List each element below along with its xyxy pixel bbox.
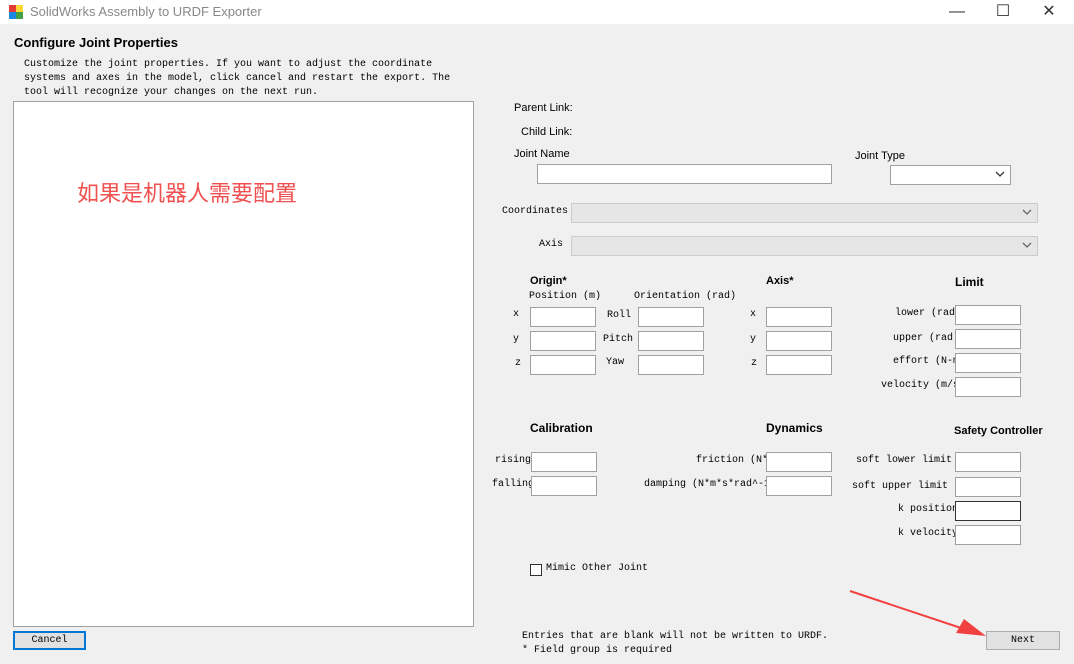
falling-input[interactable] (531, 476, 597, 496)
k-velocity-input[interactable] (955, 525, 1021, 545)
chevron-down-icon (1022, 209, 1032, 215)
axis-z-label: z (751, 358, 758, 369)
damping-input[interactable] (766, 476, 832, 496)
limit-title: Limit (955, 275, 984, 289)
limit-velocity-input[interactable] (955, 377, 1021, 397)
k-position-label: k position (898, 504, 959, 515)
parent-link-label: Parent Link: (514, 102, 573, 114)
origin-z-input[interactable] (530, 355, 596, 375)
axis-x-input[interactable] (766, 307, 832, 327)
axis-y-input[interactable] (766, 331, 832, 351)
limit-velocity-label: velocity (m/s (881, 380, 960, 391)
position-label: Position (m) (529, 291, 602, 302)
falling-label: falling (492, 479, 535, 490)
soft-lower-label: soft lower limit (856, 455, 953, 466)
coordinates-select[interactable] (571, 203, 1038, 223)
minimize-button[interactable]: — (934, 0, 980, 24)
origin-z-label: z (515, 358, 522, 369)
soft-upper-input[interactable] (955, 477, 1021, 497)
friction-label: friction (N* (696, 455, 769, 466)
annotation-text: 如果是机器人需要配置 (77, 181, 298, 206)
axis-label: Axis (539, 239, 564, 250)
limit-upper-label: upper (rad) (893, 333, 960, 344)
maximize-button[interactable]: ☐ (980, 0, 1026, 24)
rising-label: rising (495, 455, 532, 466)
calibration-title: Calibration (530, 421, 593, 435)
joint-type-select[interactable] (890, 165, 1011, 185)
damping-label: damping (N*m*s*rad^-1 (644, 479, 771, 490)
close-button[interactable]: ✕ (1026, 0, 1072, 24)
axis-y-label: y (750, 334, 757, 345)
blank-note: Entries that are blank will not be writt… (522, 631, 829, 642)
limit-upper-input[interactable] (955, 329, 1021, 349)
cancel-button[interactable]: Cancel (13, 631, 86, 650)
limit-effort-input[interactable] (955, 353, 1021, 373)
soft-lower-input[interactable] (955, 452, 1021, 472)
assembly-tree[interactable]: 如果是机器人需要配置 (13, 101, 474, 627)
yaw-label: Yaw (606, 357, 625, 368)
axis-group-title: Axis* (766, 275, 794, 287)
window-title: SolidWorks Assembly to URDF Exporter (30, 4, 262, 19)
mimic-checkbox[interactable] (530, 564, 542, 576)
roll-label: Roll (607, 310, 632, 321)
dynamics-title: Dynamics (766, 421, 823, 435)
joint-name-label: Joint Name (514, 148, 570, 160)
friction-input[interactable] (766, 452, 832, 472)
page-title: Configure Joint Properties (14, 35, 178, 50)
yaw-input[interactable] (638, 355, 704, 375)
required-note: * Field group is required (522, 645, 673, 656)
rising-input[interactable] (531, 452, 597, 472)
next-button[interactable]: Next (986, 631, 1060, 650)
limit-effort-label: effort (N-m (893, 356, 960, 367)
axis-select[interactable] (571, 236, 1038, 256)
chevron-down-icon (995, 171, 1005, 177)
origin-x-label: x (513, 309, 520, 320)
orientation-label: Orientation (rad) (634, 291, 737, 302)
origin-y-label: y (513, 334, 520, 345)
roll-input[interactable] (638, 307, 704, 327)
joint-name-input[interactable] (537, 164, 832, 184)
origin-x-input[interactable] (530, 307, 596, 327)
coordinates-label: Coordinates (502, 206, 569, 217)
pitch-input[interactable] (638, 331, 704, 351)
page-description: Customize the joint properties. If you w… (24, 59, 451, 98)
chevron-down-icon (1022, 242, 1032, 248)
safety-title: Safety Controller (954, 425, 1043, 437)
axis-x-label: x (750, 309, 757, 320)
k-velocity-label: k velocity (898, 528, 959, 539)
annotation-arrow-icon (849, 590, 986, 636)
app-icon (9, 5, 23, 19)
origin-title: Origin* (530, 275, 567, 287)
soft-upper-label: soft upper limit (852, 481, 949, 492)
mimic-label: Mimic Other Joint (546, 563, 649, 574)
limit-lower-label: lower (rad (895, 308, 956, 319)
child-link-label: Child Link: (521, 126, 573, 138)
pitch-label: Pitch (603, 334, 634, 345)
k-position-input[interactable] (955, 501, 1021, 521)
origin-y-input[interactable] (530, 331, 596, 351)
joint-type-label: Joint Type (855, 150, 905, 162)
limit-lower-input[interactable] (955, 305, 1021, 325)
axis-z-input[interactable] (766, 355, 832, 375)
